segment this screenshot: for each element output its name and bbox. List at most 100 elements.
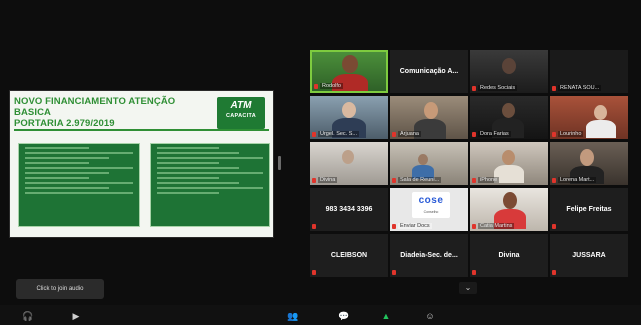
mic-muted-icon [472,132,476,137]
cose-logo-subtext: Conselho [423,210,439,214]
mic-muted-icon [392,132,396,137]
participant-name: Lorena Mart... [558,177,597,183]
participants-icon[interactable]: 👥 [284,310,302,322]
atm-capacita-logo: ATM CAPACITA [217,97,265,129]
panel-text-line [157,187,263,189]
participant-tile-jussara[interactable]: JUSSARA [550,234,628,277]
mic-muted-icon [472,270,476,275]
panel-text-line [157,162,219,164]
mic-muted-icon [314,84,318,89]
slide-title: NOVO FINANCIAMENTO ATENÇÃO BASICA PORTAR… [14,96,209,129]
mic-muted-icon [392,224,396,229]
panel-text-line [25,157,109,159]
participant-tile-divina-video[interactable]: Divina [310,142,388,185]
panel-text-line [157,172,263,174]
mic-muted-icon [552,178,556,183]
mic-muted-icon [312,224,316,229]
cose-logo: cose Conselho [412,192,450,218]
participant-name: JUSSARA [572,251,606,259]
mic-muted-icon [552,224,556,229]
participant-name: 983 3434 3396 [325,205,373,213]
panel-text-line [157,177,219,179]
mic-muted-icon [312,178,316,183]
participant-name: Divina [498,251,520,259]
panel-text-line [25,192,133,194]
participant-tile-diadeia[interactable]: Diadeia-Sec. de... [390,234,468,277]
split-view-drag-handle[interactable] [278,156,281,170]
shared-screen-slide[interactable]: NOVO FINANCIAMENTO ATENÇÃO BASICA PORTAR… [9,90,274,238]
participant-tile-felipe[interactable]: Felipe Freitas [550,188,628,231]
slide-panel-right [150,143,270,227]
participant-name: Redes Sociais [478,85,518,91]
participant-name: Lourinho [558,131,584,137]
mic-muted-icon [392,178,396,183]
participant-name: Arjuana [398,131,421,137]
participant-name: RENATA SOU... [558,85,602,91]
participant-tile-comunicacao[interactable]: Comunicação A... [390,50,468,93]
headphones-icon[interactable]: 🎧 [20,310,36,322]
participant-tile-renata[interactable]: RENATA SOU... [550,50,628,93]
meeting-toolbar: 🎧 ▶ 👥 💬 ▲ ☺ [0,305,641,325]
zoom-meeting-window: NOVO FINANCIAMENTO ATENÇÃO BASICA PORTAR… [0,0,641,325]
participant-tile-sala-reuniao[interactable]: Sala de Reuni... [390,142,468,185]
cose-logo-text: cose [418,195,444,206]
mic-muted-icon [472,178,476,183]
participant-tile-lorena[interactable]: Lorena Mart... [550,142,628,185]
video-off-icon[interactable]: ▶ [68,310,84,322]
participant-tile-rodolfo[interactable]: Rodolfo [310,50,388,93]
panel-text-line [157,147,219,149]
panel-text-line [157,152,239,154]
participant-tile-arjuana[interactable]: Arjuana [390,96,468,139]
logo-sub-text: CAPACITA [226,113,256,119]
panel-text-line [25,187,109,189]
participant-tile-catia[interactable]: Catia Martins [470,188,548,231]
participant-tile-dora-farias[interactable]: Dora Farias [470,96,548,139]
participant-name: CLEIBSON [330,251,368,259]
participant-name: iPhone [478,177,500,183]
slide-divider-line [14,129,269,131]
panel-text-line [157,157,263,159]
panel-text-line [25,162,89,164]
panel-text-line [25,172,109,174]
share-screen-icon[interactable]: ▲ [378,310,394,322]
mic-muted-icon [312,270,316,275]
panel-text-line [25,147,89,149]
mic-muted-icon [312,132,316,137]
panel-text-line [157,182,239,184]
chevron-down-icon[interactable]: ⌄ [459,282,477,294]
slide-title-line2: PORTARIA 2.979/2019 [14,118,115,129]
panel-text-line [25,167,133,169]
mic-muted-icon [392,270,396,275]
participant-name: Urgel. Sec. S... [318,131,359,137]
chat-icon[interactable]: 💬 [336,310,352,322]
panel-text-line [157,167,239,169]
participant-tile-cose[interactable]: cose Conselho Enviar Docs [390,188,468,231]
panel-text-line [157,192,219,194]
participant-name: Rodolfo [320,83,343,89]
mic-muted-icon [472,86,476,91]
logo-main-text: ATM [230,100,252,111]
participant-tile-urgel[interactable]: Urgel. Sec. S... [310,96,388,139]
participant-name: Enviar Docs [398,223,432,229]
slide-panel-left [18,143,140,227]
mic-muted-icon [552,270,556,275]
participant-name: Divina [318,177,338,183]
participant-name: Felipe Freitas [566,205,612,213]
participant-tile-divina[interactable]: Divina [470,234,548,277]
panel-text-line [25,182,133,184]
panel-text-line [25,152,133,154]
join-audio-button[interactable]: Click to join audio [16,279,104,299]
panel-text-line [25,177,89,179]
participant-name: Diadeia-Sec. de... [400,251,458,259]
participant-name: Comunicação A... [399,67,459,75]
mic-muted-icon [552,86,556,91]
participant-tile-phone-number[interactable]: 983 3434 3396 [310,188,388,231]
participant-tile-cleibson[interactable]: CLEIBSON [310,234,388,277]
mic-muted-icon [552,132,556,137]
participant-tile-redes-sociais[interactable]: Redes Sociais [470,50,548,93]
participant-tile-lourinho[interactable]: Lourinho [550,96,628,139]
reactions-icon[interactable]: ☺ [422,310,438,322]
participant-tile-iphone[interactable]: iPhone [470,142,548,185]
participant-name: Catia Martins [478,223,515,229]
slide-title-line1: NOVO FINANCIAMENTO ATENÇÃO BASICA [14,96,176,118]
